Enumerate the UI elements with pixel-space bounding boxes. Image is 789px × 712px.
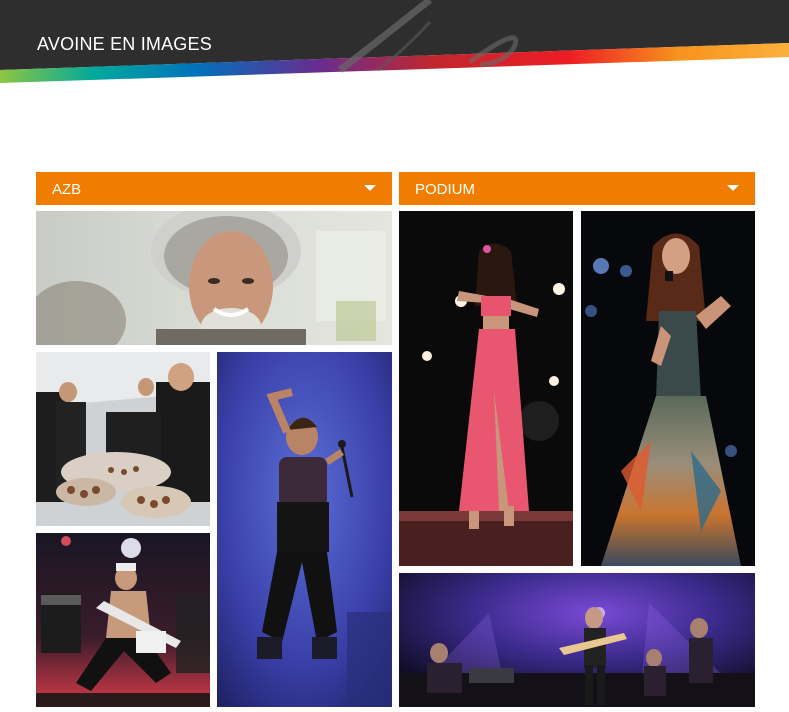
photo-guitarist-red-stage[interactable] xyxy=(36,533,210,707)
photo-band-purple-stage[interactable] xyxy=(399,573,755,707)
section-dropdown-azb[interactable]: AZB xyxy=(36,172,392,205)
photo-smiling-man[interactable] xyxy=(36,211,392,345)
section-label-azb: AZB xyxy=(52,181,82,198)
site-header: AVOINE EN IMAGES xyxy=(0,0,789,84)
chevron-down-icon xyxy=(364,185,376,191)
section-dropdown-podium[interactable]: PODIUM xyxy=(399,172,755,205)
photo-jumping-singer[interactable] xyxy=(217,352,392,707)
chevron-down-icon xyxy=(727,185,739,191)
photo-volunteers-pastries[interactable] xyxy=(36,352,210,526)
page-title: AVOINE EN IMAGES xyxy=(37,34,212,54)
section-label-podium: PODIUM xyxy=(415,181,475,198)
photo-dancer-pink-dress[interactable] xyxy=(399,211,573,566)
photo-singer-microphone[interactable] xyxy=(581,211,755,566)
page: AVOINE EN IMAGES AZB PODIUM xyxy=(0,0,789,712)
